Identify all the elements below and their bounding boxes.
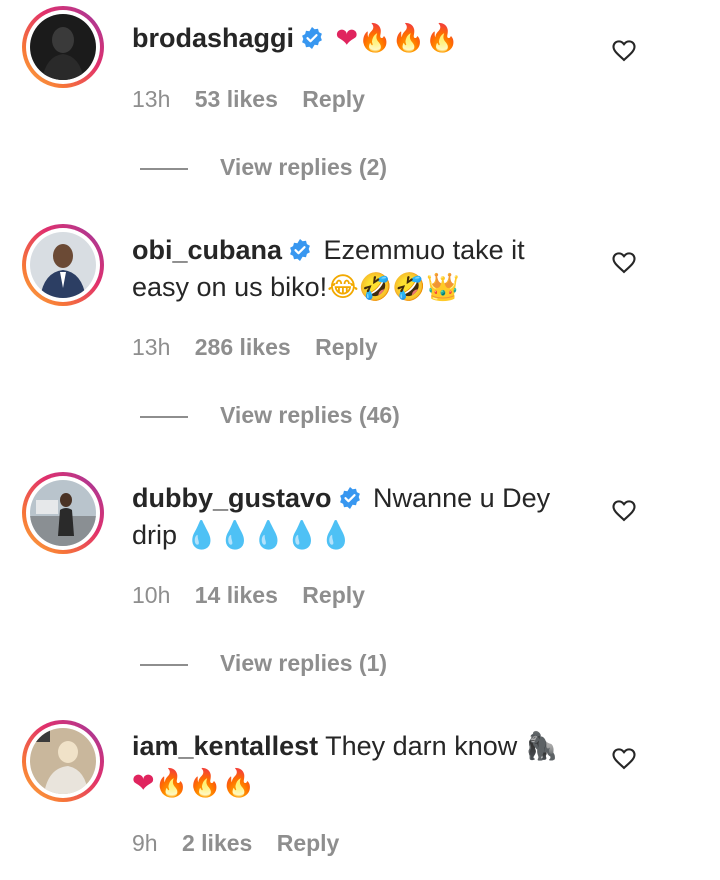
comment-meta: 9h 2 likes Reply bbox=[132, 830, 357, 857]
username[interactable]: iam_kentallest bbox=[132, 731, 318, 761]
reply-button[interactable]: Reply bbox=[277, 830, 340, 856]
timestamp: 9h bbox=[132, 830, 158, 856]
verified-badge-icon bbox=[339, 487, 360, 509]
emoji-red: ❤ bbox=[132, 768, 155, 799]
divider-line bbox=[140, 415, 188, 418]
emoji-drop: 💧 bbox=[319, 520, 353, 551]
story-ring[interactable] bbox=[22, 224, 104, 306]
comment-meta: 13h 286 likes Reply bbox=[132, 334, 396, 361]
emoji-laugh: 🤣 bbox=[392, 272, 426, 303]
comment-meta: 13h 53 likes Reply bbox=[132, 86, 383, 113]
username[interactable]: brodashaggi bbox=[132, 23, 294, 53]
emoji-fire: 🔥 bbox=[425, 23, 460, 54]
like-heart-icon[interactable] bbox=[610, 248, 638, 276]
view-replies-button[interactable]: View replies (1) bbox=[140, 650, 387, 677]
divider-line bbox=[140, 167, 188, 170]
avatar[interactable] bbox=[30, 232, 96, 298]
emoji-fire: 🔥 bbox=[154, 768, 189, 799]
emoji-drop: 💧 bbox=[251, 520, 286, 551]
emoji-drop: 💧 bbox=[218, 520, 252, 551]
emoji-list: ❤🔥🔥🔥 bbox=[335, 23, 460, 54]
verified-badge-icon bbox=[290, 239, 310, 261]
story-ring[interactable] bbox=[22, 472, 104, 554]
emoji-drop: 💧 bbox=[285, 520, 320, 551]
view-replies-label: View replies (2) bbox=[220, 154, 388, 180]
avatar[interactable] bbox=[30, 728, 96, 794]
username[interactable]: obi_cubana bbox=[132, 235, 282, 265]
likes-count[interactable]: 2 likes bbox=[182, 830, 252, 856]
comment-text: iam_kentallest They darn know 🦍❤🔥🔥🔥 bbox=[132, 728, 572, 802]
verified-badge-icon bbox=[302, 27, 322, 49]
reply-button[interactable]: Reply bbox=[302, 582, 365, 608]
username[interactable]: dubby_gustavo bbox=[132, 483, 332, 513]
view-replies-label: View replies (46) bbox=[220, 402, 400, 428]
emoji-list: 💧💧💧💧💧 bbox=[184, 520, 353, 551]
avatar[interactable] bbox=[30, 480, 96, 546]
divider-line bbox=[140, 663, 188, 666]
emoji-fire: 🔥 bbox=[391, 23, 426, 54]
emoji-laugh: 🤣 bbox=[358, 272, 393, 303]
emoji-fire: 🔥 bbox=[221, 768, 256, 799]
story-ring[interactable] bbox=[22, 6, 104, 88]
reply-button[interactable]: Reply bbox=[315, 334, 378, 360]
likes-count[interactable]: 53 likes bbox=[195, 86, 278, 112]
emoji-red: ❤ bbox=[335, 23, 359, 54]
like-heart-icon[interactable] bbox=[610, 496, 638, 524]
emoji-drop: 💧 bbox=[184, 520, 219, 551]
story-ring[interactable] bbox=[22, 720, 104, 802]
like-heart-icon[interactable] bbox=[610, 36, 638, 64]
like-heart-icon[interactable] bbox=[610, 744, 638, 772]
comment-body: They darn know bbox=[325, 731, 518, 761]
comment-meta: 10h 14 likes Reply bbox=[132, 582, 383, 609]
comment-text: obi_cubana Ezemmuo take it easy on us bi… bbox=[132, 232, 572, 306]
comment-text: dubby_gustavo Nwanne u Dey drip 💧💧💧💧💧 bbox=[132, 480, 572, 554]
likes-count[interactable]: 14 likes bbox=[195, 582, 278, 608]
emoji-fire: 🔥 bbox=[188, 768, 222, 799]
emoji-laugh: 😂 bbox=[327, 272, 359, 303]
timestamp: 13h bbox=[132, 334, 171, 360]
timestamp: 10h bbox=[132, 582, 171, 608]
comment-text: brodashaggi ❤🔥🔥🔥 bbox=[132, 20, 572, 57]
emoji-gorilla: 🦍 bbox=[524, 731, 559, 762]
emoji-list: 😂🤣🤣👑 bbox=[327, 272, 460, 303]
view-replies-button[interactable]: View replies (46) bbox=[140, 402, 400, 429]
emoji-fire: 🔥 bbox=[358, 23, 392, 54]
timestamp: 13h bbox=[132, 86, 171, 112]
avatar[interactable] bbox=[30, 14, 96, 80]
view-replies-button[interactable]: View replies (2) bbox=[140, 154, 387, 181]
likes-count[interactable]: 286 likes bbox=[195, 334, 291, 360]
emoji-crown: 👑 bbox=[425, 272, 460, 303]
reply-button[interactable]: Reply bbox=[302, 86, 365, 112]
view-replies-label: View replies (1) bbox=[220, 650, 388, 676]
